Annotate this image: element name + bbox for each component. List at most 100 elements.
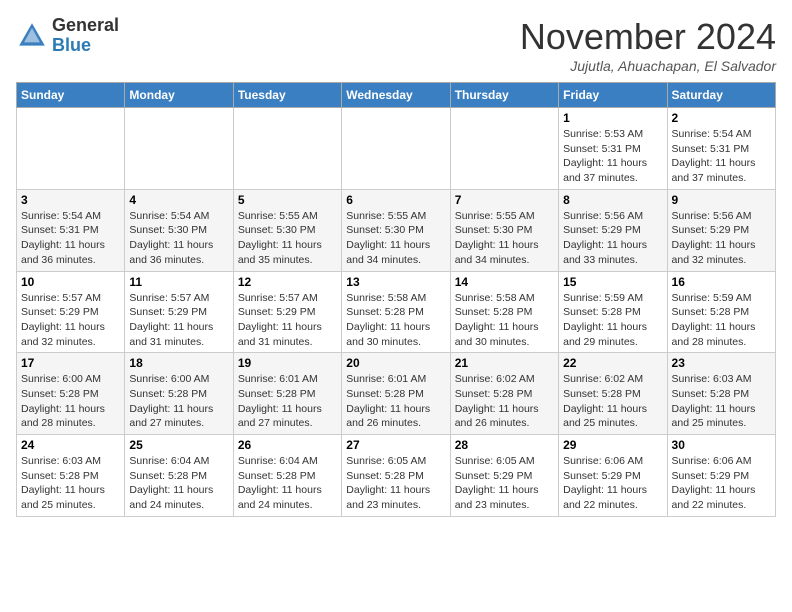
day-number: 28 bbox=[455, 438, 554, 452]
weekday-header: Tuesday bbox=[233, 83, 341, 108]
calendar-cell bbox=[125, 108, 233, 190]
day-info: Sunrise: 6:01 AMSunset: 5:28 PMDaylight:… bbox=[238, 372, 337, 431]
day-info: Sunrise: 5:57 AMSunset: 5:29 PMDaylight:… bbox=[21, 291, 120, 350]
calendar-cell: 28Sunrise: 6:05 AMSunset: 5:29 PMDayligh… bbox=[450, 435, 558, 517]
day-info: Sunrise: 6:02 AMSunset: 5:28 PMDaylight:… bbox=[455, 372, 554, 431]
day-info: Sunrise: 6:04 AMSunset: 5:28 PMDaylight:… bbox=[238, 454, 337, 513]
weekday-header: Monday bbox=[125, 83, 233, 108]
calendar-header: SundayMondayTuesdayWednesdayThursdayFrid… bbox=[17, 83, 776, 108]
calendar-week-row: 17 Sunrise: 6:00 AMSunset: 5:28 PMDayligh… bbox=[17, 353, 776, 435]
calendar-cell: 7 Sunrise: 5:55 AMSunset: 5:30 PMDaylight… bbox=[450, 189, 558, 271]
calendar-cell: 23Sunrise: 6:03 AMSunset: 5:28 PMDayligh… bbox=[667, 353, 775, 435]
day-number: 5 bbox=[238, 193, 337, 207]
calendar-cell bbox=[342, 108, 450, 190]
day-number: 29 bbox=[563, 438, 662, 452]
location: Jujutla, Ahuachapan, El Salvador bbox=[520, 58, 776, 74]
weekday-header: Sunday bbox=[17, 83, 125, 108]
calendar-week-row: 3 Sunrise: 5:54 AMSunset: 5:31 PMDaylight… bbox=[17, 189, 776, 271]
calendar-cell: 9 Sunrise: 5:56 AMSunset: 5:29 PMDaylight… bbox=[667, 189, 775, 271]
calendar-cell: 24 Sunrise: 6:03 AMSunset: 5:28 PMDayligh… bbox=[17, 435, 125, 517]
title-block: November 2024 Jujutla, Ahuachapan, El Sa… bbox=[520, 16, 776, 74]
day-info: Sunrise: 6:03 AMSunset: 5:28 PMDaylight:… bbox=[21, 454, 120, 513]
calendar-cell: 29 Sunrise: 6:06 AMSunset: 5:29 PMDayligh… bbox=[559, 435, 667, 517]
calendar-cell: 30Sunrise: 6:06 AMSunset: 5:29 PMDayligh… bbox=[667, 435, 775, 517]
weekday-header: Friday bbox=[559, 83, 667, 108]
day-number: 8 bbox=[563, 193, 662, 207]
calendar-cell: 2 Sunrise: 5:54 AMSunset: 5:31 PMDaylight… bbox=[667, 108, 775, 190]
calendar-cell: 25 Sunrise: 6:04 AMSunset: 5:28 PMDayligh… bbox=[125, 435, 233, 517]
calendar-cell: 26Sunrise: 6:04 AMSunset: 5:28 PMDayligh… bbox=[233, 435, 341, 517]
calendar-cell: 10Sunrise: 5:57 AMSunset: 5:29 PMDayligh… bbox=[17, 271, 125, 353]
day-info: Sunrise: 6:06 AMSunset: 5:29 PMDaylight:… bbox=[563, 454, 662, 513]
day-info: Sunrise: 6:00 AMSunset: 5:28 PMDaylight:… bbox=[21, 372, 120, 431]
day-info: Sunrise: 5:56 AMSunset: 5:29 PMDaylight:… bbox=[563, 209, 662, 268]
day-number: 12 bbox=[238, 275, 337, 289]
day-info: Sunrise: 6:05 AMSunset: 5:28 PMDaylight:… bbox=[346, 454, 445, 513]
day-info: Sunrise: 5:54 AMSunset: 5:31 PMDaylight:… bbox=[21, 209, 120, 268]
day-number: 9 bbox=[672, 193, 771, 207]
day-info: Sunrise: 5:59 AMSunset: 5:28 PMDaylight:… bbox=[563, 291, 662, 350]
calendar-cell: 1Sunrise: 5:53 AMSunset: 5:31 PMDaylight… bbox=[559, 108, 667, 190]
calendar-body: 1Sunrise: 5:53 AMSunset: 5:31 PMDaylight… bbox=[17, 108, 776, 517]
day-info: Sunrise: 6:00 AMSunset: 5:28 PMDaylight:… bbox=[129, 372, 228, 431]
day-info: Sunrise: 5:54 AMSunset: 5:31 PMDaylight:… bbox=[672, 127, 771, 186]
day-number: 27 bbox=[346, 438, 445, 452]
day-number: 19 bbox=[238, 356, 337, 370]
calendar-table: SundayMondayTuesdayWednesdayThursdayFrid… bbox=[16, 82, 776, 517]
day-number: 1 bbox=[563, 111, 662, 125]
weekday-header: Saturday bbox=[667, 83, 775, 108]
calendar-cell: 20 Sunrise: 6:01 AMSunset: 5:28 PMDayligh… bbox=[342, 353, 450, 435]
calendar-cell: 3 Sunrise: 5:54 AMSunset: 5:31 PMDaylight… bbox=[17, 189, 125, 271]
day-number: 30 bbox=[672, 438, 771, 452]
day-number: 22 bbox=[563, 356, 662, 370]
calendar-cell: 27 Sunrise: 6:05 AMSunset: 5:28 PMDayligh… bbox=[342, 435, 450, 517]
day-info: Sunrise: 5:54 AMSunset: 5:30 PMDaylight:… bbox=[129, 209, 228, 268]
day-number: 16 bbox=[672, 275, 771, 289]
calendar-cell: 8 Sunrise: 5:56 AMSunset: 5:29 PMDaylight… bbox=[559, 189, 667, 271]
day-number: 24 bbox=[21, 438, 120, 452]
calendar-cell: 18 Sunrise: 6:00 AMSunset: 5:28 PMDayligh… bbox=[125, 353, 233, 435]
logo: General Blue bbox=[16, 16, 119, 56]
day-number: 18 bbox=[129, 356, 228, 370]
weekday-header: Wednesday bbox=[342, 83, 450, 108]
calendar-cell bbox=[450, 108, 558, 190]
logo-icon bbox=[16, 20, 48, 52]
day-info: Sunrise: 5:58 AMSunset: 5:28 PMDaylight:… bbox=[346, 291, 445, 350]
calendar-week-row: 1Sunrise: 5:53 AMSunset: 5:31 PMDaylight… bbox=[17, 108, 776, 190]
calendar-cell: 21Sunrise: 6:02 AMSunset: 5:28 PMDayligh… bbox=[450, 353, 558, 435]
day-number: 7 bbox=[455, 193, 554, 207]
calendar-cell: 4Sunrise: 5:54 AMSunset: 5:30 PMDaylight… bbox=[125, 189, 233, 271]
logo-text: General Blue bbox=[52, 16, 119, 56]
calendar-cell bbox=[17, 108, 125, 190]
day-number: 25 bbox=[129, 438, 228, 452]
weekday-header: Thursday bbox=[450, 83, 558, 108]
day-info: Sunrise: 5:55 AMSunset: 5:30 PMDaylight:… bbox=[238, 209, 337, 268]
day-info: Sunrise: 6:03 AMSunset: 5:28 PMDaylight:… bbox=[672, 372, 771, 431]
day-number: 3 bbox=[21, 193, 120, 207]
day-info: Sunrise: 5:57 AMSunset: 5:29 PMDaylight:… bbox=[238, 291, 337, 350]
calendar-cell: 14Sunrise: 5:58 AMSunset: 5:28 PMDayligh… bbox=[450, 271, 558, 353]
day-number: 11 bbox=[129, 275, 228, 289]
calendar-cell: 17 Sunrise: 6:00 AMSunset: 5:28 PMDayligh… bbox=[17, 353, 125, 435]
day-info: Sunrise: 5:57 AMSunset: 5:29 PMDaylight:… bbox=[129, 291, 228, 350]
day-number: 20 bbox=[346, 356, 445, 370]
calendar-cell: 15Sunrise: 5:59 AMSunset: 5:28 PMDayligh… bbox=[559, 271, 667, 353]
day-number: 2 bbox=[672, 111, 771, 125]
day-number: 17 bbox=[21, 356, 120, 370]
calendar-week-row: 24 Sunrise: 6:03 AMSunset: 5:28 PMDayligh… bbox=[17, 435, 776, 517]
day-info: Sunrise: 5:56 AMSunset: 5:29 PMDaylight:… bbox=[672, 209, 771, 268]
day-number: 14 bbox=[455, 275, 554, 289]
calendar-cell: 22Sunrise: 6:02 AMSunset: 5:28 PMDayligh… bbox=[559, 353, 667, 435]
calendar-cell: 19 Sunrise: 6:01 AMSunset: 5:28 PMDayligh… bbox=[233, 353, 341, 435]
page-header: General Blue November 2024 Jujutla, Ahua… bbox=[16, 16, 776, 74]
day-info: Sunrise: 6:04 AMSunset: 5:28 PMDaylight:… bbox=[129, 454, 228, 513]
day-info: Sunrise: 5:55 AMSunset: 5:30 PMDaylight:… bbox=[346, 209, 445, 268]
calendar-week-row: 10Sunrise: 5:57 AMSunset: 5:29 PMDayligh… bbox=[17, 271, 776, 353]
calendar-cell: 16Sunrise: 5:59 AMSunset: 5:28 PMDayligh… bbox=[667, 271, 775, 353]
day-info: Sunrise: 6:01 AMSunset: 5:28 PMDaylight:… bbox=[346, 372, 445, 431]
calendar-cell: 13 Sunrise: 5:58 AMSunset: 5:28 PMDayligh… bbox=[342, 271, 450, 353]
day-number: 13 bbox=[346, 275, 445, 289]
day-info: Sunrise: 5:55 AMSunset: 5:30 PMDaylight:… bbox=[455, 209, 554, 268]
calendar-cell: 5 Sunrise: 5:55 AMSunset: 5:30 PMDaylight… bbox=[233, 189, 341, 271]
calendar-cell bbox=[233, 108, 341, 190]
